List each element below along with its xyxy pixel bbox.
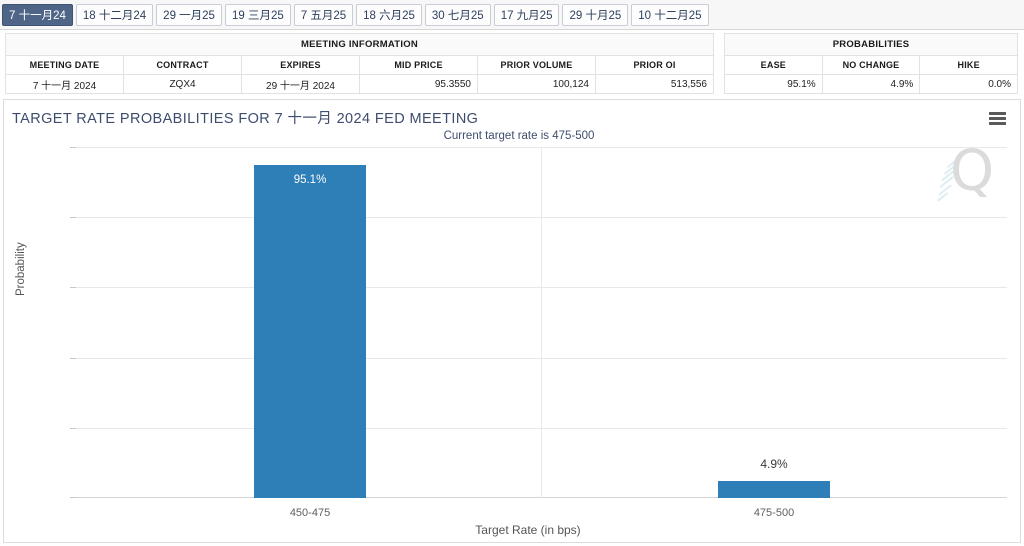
col-expires: EXPIRES [241,55,360,75]
col-ease: EASE [724,55,823,75]
bar-value-label-475-500: 4.9% [760,457,788,471]
y-axis-title: Probability [15,242,27,296]
cell-prior-oi: 513,556 [595,74,714,94]
bar-475-500[interactable] [718,481,830,498]
col-prior-oi: PRIOR OI [595,55,714,75]
cell-meeting-date: 7 十一月 2024 [5,74,124,94]
category-separator-gridline [541,147,542,498]
col-contract: CONTRACT [123,55,242,75]
x-tick-label-450-475: 450-475 [289,507,331,519]
plot-area: 100% 80% 60% 40% 20% 0% 95.1% 4.9% 450-4… [70,147,1007,519]
meeting-table-header-row: MEETING DATE CONTRACT EXPIRES MID PRICE … [5,55,714,75]
meeting-table-caption: MEETING INFORMATION [5,33,714,56]
probabilities-table: PROBABILITIES EASE NO CHANGE HIKE 95.1% … [724,33,1018,94]
cell-mid-price: 95.3550 [359,74,478,94]
cell-ease: 95.1% [724,74,823,94]
col-mid-price: MID PRICE [359,55,478,75]
chart-subtitle: Current target rate is 475-500 [443,130,595,142]
col-meeting-date: MEETING DATE [5,55,124,75]
tab-meeting-0[interactable]: 7 十一月24 [2,3,73,26]
tab-meeting-8[interactable]: 29 十月25 [562,3,629,26]
tab-meeting-3[interactable]: 19 三月25 [224,3,291,26]
tab-meeting-5[interactable]: 18 六月25 [356,3,422,26]
tab-meeting-9[interactable]: 10 十二月25 [631,3,709,26]
tab-meeting-7[interactable]: 17 九月25 [493,3,560,26]
probabilities-header-row: EASE NO CHANGE HIKE [724,55,1018,75]
tab-meeting-6[interactable]: 30 七月25 [424,3,491,26]
bar-value-label-450-475: 95.1% [293,174,327,186]
meeting-date-tabbar[interactable]: 7 十一月24 18 十二月24 29 一月25 19 三月25 7 五月25 … [0,0,1024,30]
probabilities-caption: PROBABILITIES [724,33,1018,56]
cell-expires: 29 十一月 2024 [241,74,360,94]
tab-meeting-1[interactable]: 18 十二月24 [75,3,154,26]
x-tick-label-475-500: 475-500 [753,507,795,519]
bar-450-475[interactable]: 95.1% [254,165,366,498]
cell-no-change: 4.9% [821,74,921,94]
cell-hike: 0.0% [919,74,1018,94]
meeting-information-table: MEETING INFORMATION MEETING DATE CONTRAC… [5,33,714,94]
tab-meeting-4[interactable]: 7 五月25 [293,3,354,26]
col-prior-volume: PRIOR VOLUME [477,55,596,75]
cell-contract: ZQX4 [123,74,242,94]
target-rate-probabilities-chart: TARGET RATE PROBABILITIES FOR 7 十一月 2024… [3,99,1021,543]
summary-tables-row: MEETING INFORMATION MEETING DATE CONTRAC… [0,30,1024,95]
meeting-table-caption-row: MEETING INFORMATION [5,33,714,56]
probabilities-caption-row: PROBABILITIES [724,33,1018,56]
probabilities-data-row: 95.1% 4.9% 0.0% [724,74,1018,94]
meeting-table-data-row: 7 十一月 2024 ZQX4 29 十一月 2024 95.3550 100,… [5,74,714,94]
tab-meeting-2[interactable]: 29 一月25 [156,3,222,26]
x-axis-title: Target Rate (in bps) [475,523,581,537]
col-hike: HIKE [919,55,1018,75]
hamburger-menu-icon[interactable] [989,112,1006,125]
meeting-information-panel: MEETING INFORMATION MEETING DATE CONTRAC… [0,30,718,95]
col-no-change: NO CHANGE [821,55,921,75]
chart-title: TARGET RATE PROBABILITIES FOR 7 十一月 2024… [12,111,479,127]
probabilities-panel: PROBABILITIES EASE NO CHANGE HIKE 95.1% … [718,30,1024,95]
cell-prior-volume: 100,124 [477,74,596,94]
